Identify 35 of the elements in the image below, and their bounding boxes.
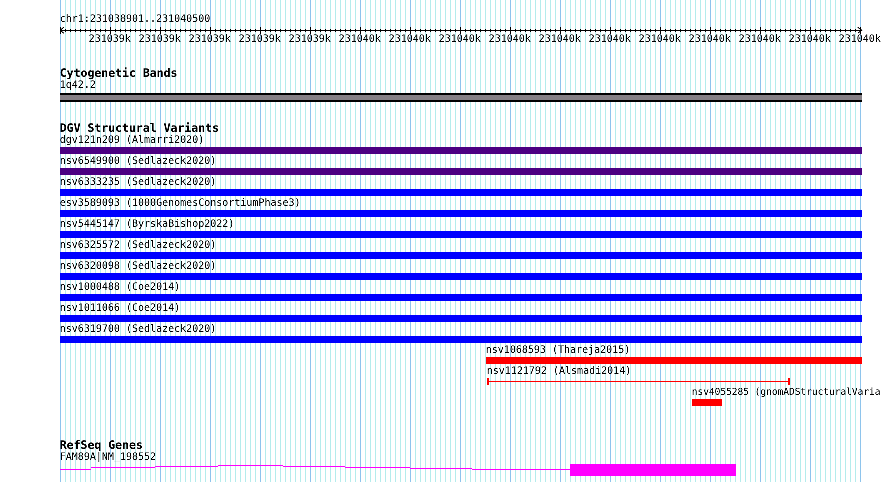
ruler-label: 231040k xyxy=(638,34,682,46)
ruler-label: 231040k xyxy=(388,34,432,46)
feature-label: nsv6333235 (Sedlazeck2020) xyxy=(60,177,217,189)
feature-label: dgv121n209 (Almarri2020) xyxy=(60,135,204,147)
ruler-label: 231039k xyxy=(138,34,182,46)
ruler-label: 231040k xyxy=(788,34,832,46)
ruler-label: 231040k xyxy=(438,34,482,46)
feature-label: nsv1068593 (Thareja2015) xyxy=(486,345,630,357)
ruler-label: 231040k xyxy=(738,34,782,46)
ruler-label: 231040k xyxy=(838,34,882,46)
feature-label: 1q42.2 xyxy=(60,80,96,92)
ruler-label: 231039k xyxy=(188,34,232,46)
ruler-label: 231039k xyxy=(288,34,332,46)
ruler-label: 231040k xyxy=(538,34,582,46)
ruler-label: 231040k xyxy=(688,34,732,46)
feature-label: nsv6320098 (Sedlazeck2020) xyxy=(60,261,217,273)
feature-label: nsv1000488 (Coe2014) xyxy=(60,282,180,294)
track-title: Cytogenetic Bands xyxy=(60,67,178,80)
ruler-label: 231040k xyxy=(338,34,382,46)
ruler-label: 231039k xyxy=(88,34,132,46)
track-title: RefSeq Genes xyxy=(60,439,144,452)
feature-label: nsv5445147 (ByrskaBishop2022) xyxy=(60,219,235,231)
feature-label: nsv1011066 (Coe2014) xyxy=(60,303,180,315)
ruler-label: 231039k xyxy=(238,34,282,46)
feature-label: nsv4055285 (gnomADStructuralVaria xyxy=(692,387,881,399)
feature-label: nsv6325572 (Sedlazeck2020) xyxy=(60,240,217,252)
feature-label: nsv1121792 (Alsmadi2014) xyxy=(487,366,632,378)
track-title: DGV Structural Variants xyxy=(60,122,220,135)
feature-label: esv3589093 (1000GenomesConsortiumPhase3) xyxy=(60,198,301,210)
feature-label: nsv6319700 (Sedlazeck2020) xyxy=(60,324,217,336)
feature-label: FAM89A|NM_198552 xyxy=(60,452,156,464)
ruler-label: 231040k xyxy=(488,34,532,46)
ruler-label: 231040k xyxy=(588,34,632,46)
feature-label: nsv6549900 (Sedlazeck2020) xyxy=(60,156,217,168)
region-coordinates: chr1:231038901..231040500 xyxy=(60,14,211,26)
